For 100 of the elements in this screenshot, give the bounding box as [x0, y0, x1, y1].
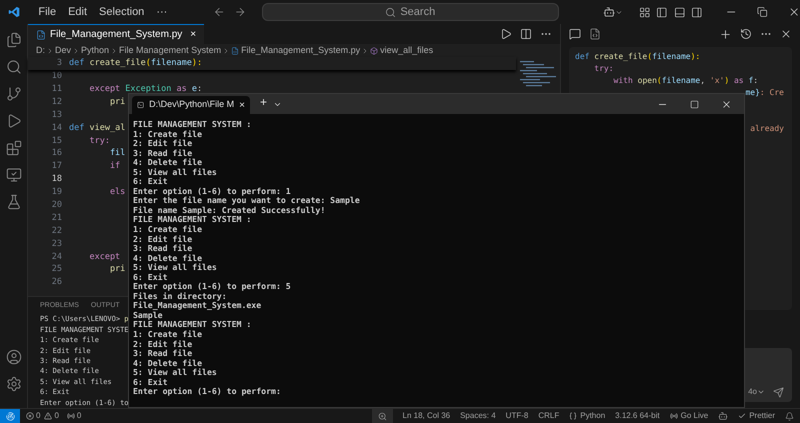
tab-close[interactable]: ×: [190, 27, 196, 42]
console-line: File_Management_System.exe: [133, 301, 262, 311]
layout-icon[interactable]: [638, 6, 650, 18]
code-line: def create_file(filename):: [575, 52, 700, 61]
check-icon: [738, 412, 746, 420]
breadcrumb[interactable]: File Management System: [119, 44, 222, 58]
settings-icon[interactable]: [6, 376, 22, 392]
line-number: 15: [50, 134, 62, 148]
run-icon[interactable]: [500, 28, 512, 40]
bell-icon[interactable]: [785, 412, 794, 420]
code-line: els: [108, 187, 126, 198]
console-line: Enter option (1-6) to perform: 1: [133, 186, 291, 196]
maximize-icon[interactable]: [690, 100, 699, 108]
panel-right-icon[interactable]: [691, 6, 703, 18]
close-icon[interactable]: [721, 98, 732, 110]
account-icon[interactable]: [6, 349, 22, 365]
status-item[interactable]: 3.12.6 64-bit: [615, 410, 660, 422]
panel-bottom-icon[interactable]: [674, 6, 686, 18]
explorer-icon[interactable]: [6, 32, 22, 48]
new-tab-button[interactable]: +: [260, 93, 268, 111]
line-number: 25: [50, 263, 62, 276]
plus-icon[interactable]: [719, 28, 732, 40]
console-line: 5: View all files: [133, 168, 217, 177]
menu-item[interactable]: Edit: [62, 4, 94, 20]
console-line: 2: Edit file: [133, 340, 192, 349]
send-icon[interactable]: [773, 387, 784, 398]
menu-item[interactable]: File: [32, 4, 62, 20]
remote-explorer-icon[interactable]: [6, 167, 22, 183]
broadcast-icon: [66, 412, 75, 420]
line-number: 23: [50, 238, 62, 250]
panel-left-icon[interactable]: [656, 6, 668, 18]
prettier-status[interactable]: Prettier: [738, 410, 775, 422]
status-item[interactable]: UTF-8: [506, 410, 528, 422]
console-line: 6: Exit: [133, 272, 168, 282]
chat-icon[interactable]: [569, 28, 581, 40]
console-tab[interactable]: D:\Dev\Python\File M ×: [132, 96, 250, 114]
menu-item[interactable]: Selection: [93, 4, 150, 20]
code-line: with open(filename, 'x') as f:: [612, 76, 758, 85]
file-icon[interactable]: [589, 28, 601, 40]
language-mode[interactable]: Python: [569, 410, 606, 422]
search-field[interactable]: Search: [262, 3, 559, 21]
console-line: Enter option (1-6) to perform: 5: [133, 282, 291, 292]
console-line: 6: Exit: [133, 177, 168, 187]
braces-icon: [569, 412, 578, 420]
error-icon: [26, 412, 34, 420]
console-line: FILE MANAGEMENT SYSTEM :: [133, 215, 252, 225]
console-line: 2: Edit file: [133, 234, 192, 244]
history-icon[interactable]: [740, 28, 752, 40]
warnings-count[interactable]: 0: [44, 410, 59, 422]
line-number: 22: [50, 224, 62, 238]
breadcrumb[interactable]: Dev: [55, 44, 72, 58]
python-file-icon: [36, 30, 46, 40]
source-control-icon[interactable]: [6, 86, 22, 102]
caret-icon: [757, 388, 765, 396]
tab-close[interactable]: ×: [239, 98, 245, 112]
console-line: 5: View all files: [133, 368, 217, 378]
errors-count[interactable]: 0: [26, 410, 40, 422]
console-line: 3: Read file: [133, 349, 192, 359]
tab-label: File_Management_System.py: [50, 28, 182, 42]
console-line: File name Sample: Created Successfully!: [133, 206, 326, 216]
line-number: 17: [50, 160, 62, 174]
breadcrumb[interactable]: File_Management_System.py: [241, 44, 360, 58]
restore-icon[interactable]: [757, 6, 768, 18]
zoom-icon[interactable]: [378, 412, 386, 420]
robot-icon[interactable]: [602, 5, 615, 19]
line-number: 12: [50, 96, 62, 109]
ports-count[interactable]: 0: [66, 410, 82, 422]
breadcrumb[interactable]: Python: [81, 44, 110, 58]
tab-label: D:\Dev\Python\File M: [149, 98, 234, 112]
model-picker[interactable]: 4o: [748, 386, 765, 398]
code-line: try:: [593, 64, 614, 73]
code-line: fil: [108, 148, 126, 158]
breadcrumb[interactable]: D:: [36, 44, 45, 58]
robot-icon[interactable]: [718, 411, 728, 421]
console-line: 3: Read file: [133, 148, 192, 158]
extensions-icon[interactable]: [6, 140, 22, 156]
logo-icon[interactable]: [8, 5, 20, 19]
menu-item[interactable]: ···: [150, 4, 174, 20]
split-editor-icon[interactable]: [520, 28, 532, 40]
go-live-button[interactable]: Go Live: [670, 410, 708, 422]
console-line: 1: Create file: [133, 130, 202, 139]
forward-icon[interactable]: [234, 5, 246, 19]
code-line: def create_file(filename):: [69, 58, 202, 68]
method-icon: [370, 46, 378, 54]
back-icon[interactable]: [213, 5, 226, 19]
flask-icon[interactable]: [6, 194, 22, 210]
status-item[interactable]: CRLF: [538, 410, 560, 422]
line-number: 19: [50, 186, 62, 199]
console-line: Sample: [133, 310, 163, 320]
breadcrumb[interactable]: view_all_files: [380, 44, 434, 58]
line-number: 10: [50, 70, 62, 83]
search-icon[interactable]: [6, 59, 22, 75]
caret-icon[interactable]: [273, 100, 282, 109]
status-item[interactable]: Ln 18, Col 36: [402, 410, 450, 422]
status-item[interactable]: Spaces: 4: [460, 410, 496, 422]
code-line: pri: [108, 264, 126, 274]
code-line: except: [88, 252, 120, 262]
close-icon[interactable]: [780, 28, 792, 40]
code-line: except Exception as e:: [88, 84, 202, 94]
file-tab[interactable]: File_Management_System.py ×: [28, 24, 204, 44]
